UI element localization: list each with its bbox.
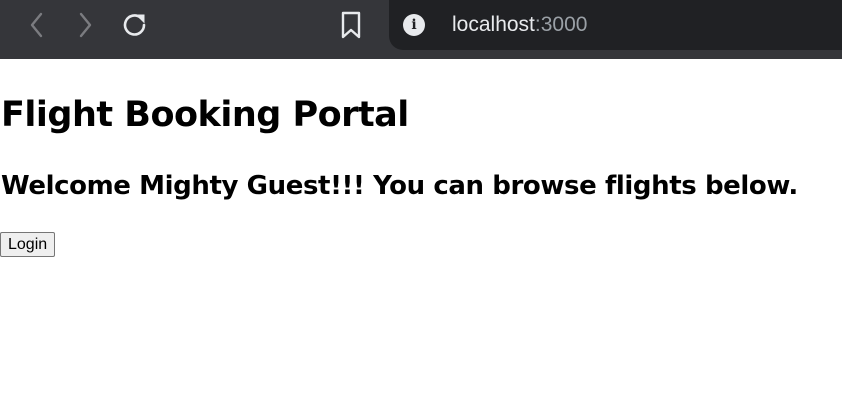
url-text[interactable]: localhost:3000 [452, 11, 587, 39]
bookmark-icon [341, 11, 361, 39]
bookmark-button[interactable] [333, 7, 369, 43]
browser-toolbar: i localhost:3000 [0, 0, 842, 59]
url-host: localhost [452, 13, 535, 36]
page-content: Flight Booking Portal Welcome Mighty Gue… [0, 59, 842, 419]
back-button[interactable] [19, 7, 55, 43]
url-port: :3000 [534, 13, 588, 36]
info-icon[interactable]: i [403, 14, 425, 36]
reload-button[interactable] [117, 7, 153, 43]
reload-icon [123, 14, 146, 36]
forward-arrow-icon [79, 12, 92, 38]
login-button[interactable]: Login [0, 232, 56, 257]
address-bar[interactable]: i localhost:3000 [389, 0, 842, 50]
page-title: Flight Booking Portal [1, 95, 409, 135]
forward-button[interactable] [67, 7, 103, 43]
welcome-message: Welcome Mighty Guest!!! You can browse f… [1, 171, 798, 201]
back-arrow-icon [30, 12, 43, 38]
